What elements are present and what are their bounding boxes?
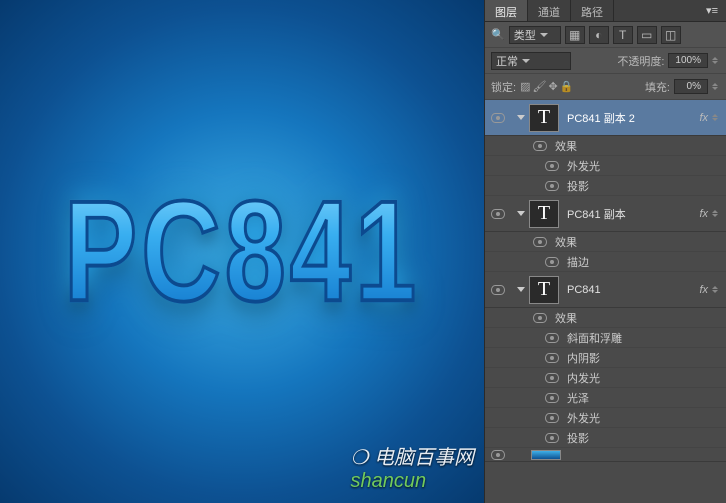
effect-name: 描边	[567, 254, 589, 270]
fx-stepper[interactable]	[712, 286, 720, 293]
layer-name: PC841 副本 2	[567, 110, 699, 126]
opacity-stepper[interactable]	[712, 57, 720, 64]
chevron-down-icon	[522, 59, 530, 63]
canvas-area[interactable]: PC841 ❍ 电脑百事网 shancun	[0, 0, 484, 503]
lock-transparent-icon[interactable]: ▨	[520, 80, 530, 93]
layer-thumb	[531, 450, 561, 460]
eye-icon[interactable]	[491, 450, 505, 460]
layer-row[interactable]	[485, 448, 726, 462]
opacity-value[interactable]: 100%	[668, 53, 708, 68]
lock-all-icon[interactable]: 🔒	[560, 80, 574, 93]
tab-paths[interactable]: 路径	[571, 0, 614, 21]
effect-name: 内阴影	[567, 350, 600, 366]
twisty-icon[interactable]	[517, 287, 525, 292]
eye-icon[interactable]	[533, 313, 547, 323]
effect-name: 投影	[567, 430, 589, 446]
effect-item[interactable]: 光泽	[485, 388, 726, 408]
fx-stepper[interactable]	[712, 114, 720, 121]
blend-mode-dropdown[interactable]: 正常	[491, 52, 571, 70]
effect-item[interactable]: 外发光	[485, 408, 726, 428]
tab-layers[interactable]: 图层	[485, 0, 528, 21]
layer-row[interactable]: T PC841 fx	[485, 272, 726, 308]
fx-badge: fx	[699, 208, 708, 220]
effect-item[interactable]: 内发光	[485, 368, 726, 388]
effect-name: 外发光	[567, 410, 600, 426]
filter-kind-dropdown[interactable]: 类型	[509, 26, 561, 44]
eye-icon[interactable]	[533, 141, 547, 151]
layer-name: PC841 副本	[567, 206, 699, 222]
styled-text: PC841	[64, 169, 420, 334]
effect-item[interactable]: 斜面和浮雕	[485, 328, 726, 348]
effects-label: 效果	[555, 138, 577, 154]
effect-name: 光泽	[567, 390, 589, 406]
fx-badge: fx	[699, 112, 708, 124]
filter-adjust-icon[interactable]: ◐	[589, 26, 609, 44]
effects-label: 效果	[555, 234, 577, 250]
twisty-icon[interactable]	[517, 211, 525, 216]
effect-name: 斜面和浮雕	[567, 330, 622, 346]
effect-item[interactable]: 内阴影	[485, 348, 726, 368]
filter-pixel-icon[interactable]: ▦	[565, 26, 585, 44]
panel-tabs: 图层 通道 路径 ▾≡	[485, 0, 726, 22]
search-icon: 🔍	[491, 28, 505, 41]
effect-name: 内发光	[567, 370, 600, 386]
lock-paint-icon[interactable]: 🖌	[532, 80, 546, 93]
watermark: ❍ 电脑百事网 shancun	[351, 441, 475, 493]
effect-item[interactable]: 描边	[485, 252, 726, 272]
layers-panel: 图层 通道 路径 ▾≡ 🔍 类型 ▦ ◐ T ▭ ◫ 正常 不透明度: 100%…	[484, 0, 726, 503]
chevron-down-icon	[540, 33, 548, 37]
type-thumb-icon: T	[529, 276, 559, 304]
fx-stepper[interactable]	[712, 210, 720, 217]
eye-icon[interactable]	[491, 113, 505, 123]
effects-header[interactable]: 效果	[485, 232, 726, 252]
lock-label: 锁定:	[491, 79, 516, 95]
effect-name: 外发光	[567, 158, 600, 174]
fill-label: 填充:	[645, 79, 670, 95]
eye-icon[interactable]	[545, 257, 559, 267]
eye-icon[interactable]	[545, 181, 559, 191]
filter-smart-icon[interactable]: ◫	[661, 26, 681, 44]
panel-menu-icon[interactable]: ▾≡	[698, 0, 726, 21]
filter-shape-icon[interactable]: ▭	[637, 26, 657, 44]
effects-header[interactable]: 效果	[485, 308, 726, 328]
eye-icon[interactable]	[545, 333, 559, 343]
type-thumb-icon: T	[529, 104, 559, 132]
eye-icon[interactable]	[545, 433, 559, 443]
effect-item[interactable]: 外发光	[485, 156, 726, 176]
eye-icon[interactable]	[545, 373, 559, 383]
layers-list: T PC841 副本 2 fx 效果 外发光 投影 T PC841 副本 fx …	[485, 100, 726, 503]
lock-row: 锁定: ▨ 🖌 ✥ 🔒 填充: 0%	[485, 74, 726, 100]
filter-type-icon[interactable]: T	[613, 26, 633, 44]
eye-icon[interactable]	[545, 393, 559, 403]
effects-label: 效果	[555, 310, 577, 326]
twisty-icon[interactable]	[517, 115, 525, 120]
fx-badge: fx	[699, 284, 708, 296]
layer-name: PC841	[567, 284, 699, 296]
opacity-label: 不透明度:	[617, 53, 664, 69]
eye-icon[interactable]	[545, 353, 559, 363]
fill-value[interactable]: 0%	[674, 79, 708, 94]
fill-stepper[interactable]	[712, 83, 720, 90]
type-thumb-icon: T	[529, 200, 559, 228]
effects-header[interactable]: 效果	[485, 136, 726, 156]
layer-row[interactable]: T PC841 副本 fx	[485, 196, 726, 232]
eye-icon[interactable]	[491, 285, 505, 295]
eye-icon[interactable]	[545, 161, 559, 171]
effect-item[interactable]: 投影	[485, 428, 726, 448]
eye-icon[interactable]	[491, 209, 505, 219]
blend-row: 正常 不透明度: 100%	[485, 48, 726, 74]
tab-channels[interactable]: 通道	[528, 0, 571, 21]
effect-item[interactable]: 投影	[485, 176, 726, 196]
effect-name: 投影	[567, 178, 589, 194]
eye-icon[interactable]	[533, 237, 547, 247]
eye-icon[interactable]	[545, 413, 559, 423]
lock-position-icon[interactable]: ✥	[548, 80, 557, 93]
layer-row[interactable]: T PC841 副本 2 fx	[485, 100, 726, 136]
filter-row: 🔍 类型 ▦ ◐ T ▭ ◫	[485, 22, 726, 48]
